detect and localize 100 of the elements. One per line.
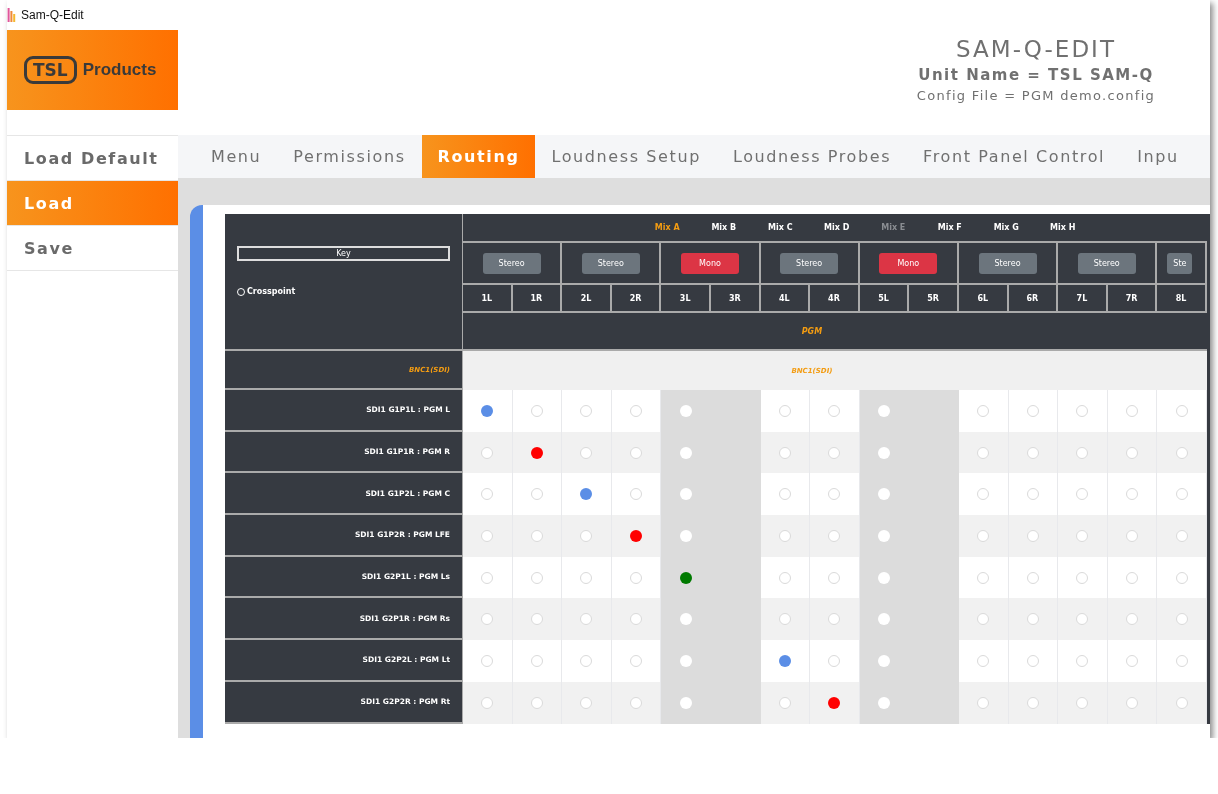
mode-button[interactable]: Mono: [680, 252, 739, 274]
mix-name[interactable]: Mix G: [978, 223, 1035, 232]
crosspoint-circle[interactable]: [1175, 571, 1188, 584]
crosspoint-circle[interactable]: [580, 654, 593, 667]
tab[interactable]: Routing: [421, 135, 536, 178]
mode-button[interactable]: Ste: [1167, 252, 1193, 274]
crosspoint-dot[interactable]: [679, 571, 692, 584]
crosspoint-circle[interactable]: [530, 529, 543, 542]
crosspoint-circle[interactable]: [1175, 404, 1188, 417]
crosspoint-circle[interactable]: [977, 696, 990, 709]
crosspoint-circle[interactable]: [1026, 446, 1039, 459]
crosspoint-circle[interactable]: [1076, 488, 1089, 501]
crosspoint-circle[interactable]: [977, 654, 990, 667]
crosspoint-circle[interactable]: [977, 571, 990, 584]
crosspoint-circle[interactable]: [1026, 529, 1039, 542]
sidebar-item[interactable]: Load Default: [7, 136, 178, 181]
crosspoint-circle[interactable]: [1126, 404, 1138, 417]
crosspoint-circle[interactable]: [778, 488, 791, 501]
crosspoint-circle[interactable]: [530, 654, 543, 667]
crosspoint-circle[interactable]: [1175, 613, 1188, 626]
tab[interactable]: Menu: [195, 135, 278, 178]
crosspoint-dot[interactable]: [878, 654, 891, 667]
crosspoint-dot[interactable]: [530, 446, 543, 459]
crosspoint-circle[interactable]: [1026, 696, 1039, 709]
crosspoint-circle[interactable]: [481, 613, 494, 626]
crosspoint-dot[interactable]: [878, 613, 891, 626]
crosspoint-dot[interactable]: [828, 696, 841, 709]
crosspoint-circle[interactable]: [1026, 488, 1039, 501]
crosspoint-circle[interactable]: [630, 488, 643, 501]
tab[interactable]: Permissions: [277, 135, 422, 178]
crosspoint-dot[interactable]: [679, 488, 692, 501]
crosspoint-circle[interactable]: [1026, 654, 1039, 667]
crosspoint-circle[interactable]: [1076, 571, 1089, 584]
crosspoint-dot[interactable]: [679, 446, 692, 459]
crosspoint-circle[interactable]: [530, 571, 543, 584]
crosspoint-circle[interactable]: [530, 404, 543, 417]
crosspoint-circle[interactable]: [1076, 404, 1089, 417]
crosspoint-circle[interactable]: [828, 613, 841, 626]
crosspoint-circle[interactable]: [778, 529, 791, 542]
crosspoint-circle[interactable]: [1175, 696, 1188, 709]
crosspoint-dot[interactable]: [679, 404, 692, 417]
crosspoint-circle[interactable]: [1175, 446, 1188, 459]
crosspoint-circle[interactable]: [1026, 613, 1039, 626]
crosspoint-circle[interactable]: [481, 488, 494, 501]
crosspoint-circle[interactable]: [481, 446, 494, 459]
crosspoint-circle[interactable]: [1126, 446, 1138, 459]
crosspoint-circle[interactable]: [481, 571, 494, 584]
crosspoint-circle[interactable]: [1076, 446, 1089, 459]
tab[interactable]: Loudness Setup: [535, 135, 717, 178]
crosspoint-circle[interactable]: [828, 488, 841, 501]
crosspoint-dot[interactable]: [878, 404, 891, 417]
crosspoint-circle[interactable]: [1175, 529, 1188, 542]
tab[interactable]: Loudness Probes: [716, 135, 908, 178]
sidebar-item[interactable]: Load: [7, 181, 178, 226]
crosspoint-dot[interactable]: [630, 529, 643, 542]
sidebar-item[interactable]: Save: [7, 226, 178, 271]
tab[interactable]: Inpu: [1121, 135, 1195, 178]
crosspoint-dot[interactable]: [679, 654, 692, 667]
crosspoint-circle[interactable]: [778, 571, 791, 584]
mode-button[interactable]: Stereo: [581, 252, 640, 274]
crosspoint-circle[interactable]: [1126, 488, 1138, 501]
crosspoint-circle[interactable]: [977, 488, 990, 501]
crosspoint-dot[interactable]: [878, 488, 891, 501]
crosspoint-circle[interactable]: [828, 404, 841, 417]
crosspoint-circle[interactable]: [828, 571, 841, 584]
crosspoint-circle[interactable]: [630, 696, 643, 709]
mode-button[interactable]: Stereo: [780, 252, 839, 274]
crosspoint-dot[interactable]: [679, 613, 692, 626]
crosspoint-circle[interactable]: [580, 613, 593, 626]
crosspoint-circle[interactable]: [530, 696, 543, 709]
crosspoint-dot[interactable]: [481, 404, 494, 417]
mix-name[interactable]: Mix C: [752, 223, 809, 232]
crosspoint-circle[interactable]: [1076, 654, 1089, 667]
crosspoint-circle[interactable]: [977, 529, 990, 542]
mix-name[interactable]: Mix D: [808, 223, 865, 232]
mix-name[interactable]: Mix H: [1034, 223, 1091, 232]
mode-button[interactable]: Stereo: [1077, 252, 1136, 274]
crosspoint-circle[interactable]: [1076, 613, 1089, 626]
crosspoint-dot[interactable]: [878, 446, 891, 459]
crosspoint-circle[interactable]: [580, 404, 593, 417]
crosspoint-circle[interactable]: [977, 404, 990, 417]
crosspoint-circle[interactable]: [1076, 529, 1089, 542]
crosspoint-circle[interactable]: [580, 446, 593, 459]
crosspoint-dot[interactable]: [679, 529, 692, 542]
mode-button[interactable]: Stereo: [978, 252, 1037, 274]
crosspoint-circle[interactable]: [1126, 654, 1138, 667]
crosspoint-circle[interactable]: [1175, 654, 1188, 667]
crosspoint-circle[interactable]: [828, 529, 841, 542]
mix-name[interactable]: Mix A: [639, 223, 696, 232]
mix-name[interactable]: Mix F: [921, 223, 978, 232]
mode-button[interactable]: Mono: [879, 252, 938, 274]
crosspoint-circle[interactable]: [481, 654, 494, 667]
tab[interactable]: Front Panel Control: [907, 135, 1122, 178]
crosspoint-dot[interactable]: [778, 654, 791, 667]
mix-name[interactable]: Mix B: [695, 223, 752, 232]
crosspoint-circle[interactable]: [977, 446, 990, 459]
crosspoint-circle[interactable]: [778, 404, 791, 417]
crosspoint-circle[interactable]: [580, 696, 593, 709]
crosspoint-circle[interactable]: [1076, 696, 1089, 709]
crosspoint-circle[interactable]: [481, 529, 494, 542]
